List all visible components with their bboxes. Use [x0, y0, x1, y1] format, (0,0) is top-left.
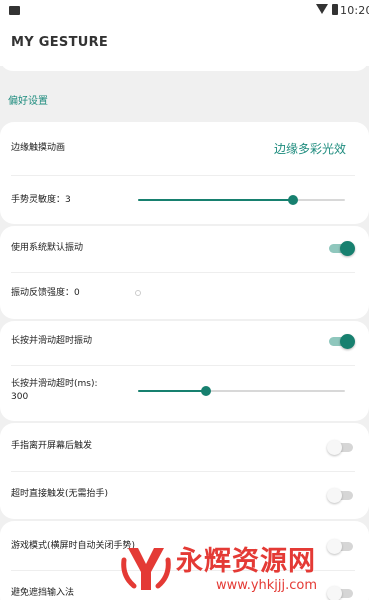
- trigger-on-leave-label: 手指离开屏幕后触发: [11, 441, 93, 451]
- toggle-knob: [327, 440, 342, 455]
- vibration-strength-row: 振动反馈强度：0: [0, 273, 369, 319]
- default-vibration-row[interactable]: 使用系统默认振动: [0, 226, 369, 272]
- slider-fill: [138, 390, 207, 392]
- long-press-timeout-label: 长按并滑动超时(ms):: [11, 379, 98, 389]
- toggle-knob: [340, 241, 355, 256]
- watermark-url: www.yhkjjj.com: [216, 578, 318, 593]
- section-header-preferences: 偏好设置: [8, 96, 48, 107]
- long-press-vibration-label: 长按并滑动超时振动: [11, 336, 93, 346]
- toggle-knob: [340, 334, 355, 349]
- battery-icon: [332, 4, 338, 15]
- watermark-logo-icon: [121, 548, 171, 590]
- sensitivity-row: 手势灵敏度：3: [0, 176, 369, 224]
- long-press-timeout-slider[interactable]: [138, 383, 345, 399]
- trigger-on-leave-row[interactable]: 手指离开屏幕后触发: [0, 423, 369, 471]
- avoid-ime-label: 避免遮挡输入法: [11, 588, 75, 598]
- timeout-trigger-toggle[interactable]: [327, 487, 355, 503]
- card-gesture-settings: 边缘触摸动画 边缘多彩光效 手势灵敏度：3: [0, 122, 369, 224]
- sensitivity-slider[interactable]: [138, 192, 345, 208]
- status-bar: 10:20: [0, 0, 369, 22]
- edge-animation-row[interactable]: 边缘触摸动画 边缘多彩光效: [0, 122, 369, 174]
- long-press-vibration-row[interactable]: 长按并滑动超时振动: [0, 321, 369, 365]
- slider-track: [138, 292, 345, 294]
- slider-thumb[interactable]: [135, 290, 141, 296]
- long-press-timeout-value: 300: [11, 392, 29, 402]
- edge-animation-value[interactable]: 边缘多彩光效: [274, 140, 346, 157]
- toggle-knob: [327, 488, 342, 503]
- vibration-strength-label: 振动反馈强度：0: [11, 288, 80, 298]
- long-press-vibration-toggle[interactable]: [327, 333, 355, 349]
- watermark-text: 永辉资源网: [176, 546, 316, 577]
- page-title: MY GESTURE: [11, 35, 109, 50]
- long-press-timeout-row: 长按并滑动超时(ms): 300: [0, 366, 369, 421]
- vibration-strength-slider[interactable]: [135, 285, 345, 301]
- trigger-on-leave-toggle[interactable]: [327, 439, 355, 455]
- sensitivity-label: 手势灵敏度：3: [11, 195, 71, 205]
- slider-thumb[interactable]: [201, 386, 212, 396]
- watermark: 永辉资源网 www.yhkjjj.com: [120, 535, 369, 600]
- card-trigger-settings: 手指离开屏幕后触发 超时直接触发(无需抬手): [0, 423, 369, 519]
- card-vibration-settings: 使用系统默认振动 振动反馈强度：0: [0, 226, 369, 319]
- notification-icon: [9, 6, 20, 15]
- game-mode-label: 游戏模式(横屏时自动关闭手势): [11, 541, 136, 551]
- edge-animation-label: 边缘触摸动画: [11, 143, 66, 153]
- timeout-trigger-label: 超时直接触发(无需抬手): [11, 489, 109, 499]
- slider-thumb[interactable]: [288, 195, 299, 205]
- timeout-trigger-row[interactable]: 超时直接触发(无需抬手): [0, 472, 369, 519]
- card-long-press-settings: 长按并滑动超时振动 长按并滑动超时(ms): 300: [0, 321, 369, 421]
- slider-fill: [138, 199, 294, 201]
- status-time: 10:20: [340, 4, 369, 17]
- default-vibration-label: 使用系统默认振动: [11, 243, 84, 253]
- wifi-icon: [316, 4, 328, 14]
- previous-card-bottom: [0, 58, 369, 71]
- default-vibration-toggle[interactable]: [327, 240, 355, 256]
